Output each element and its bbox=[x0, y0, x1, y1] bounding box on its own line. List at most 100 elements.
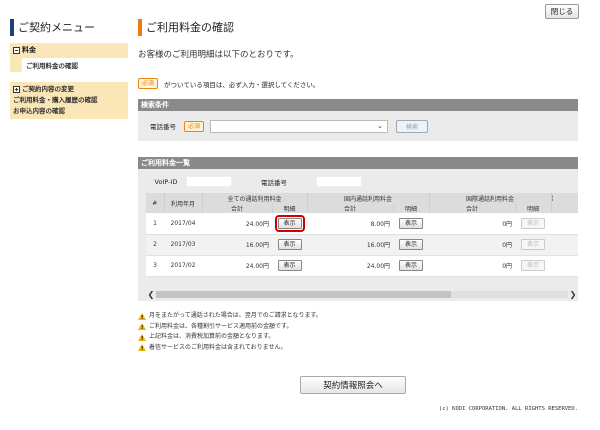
sub-detail-header: 明細 bbox=[271, 203, 308, 213]
warning-icon bbox=[138, 312, 146, 323]
row-intl-detail: 表示 bbox=[515, 255, 552, 277]
search-button[interactable]: 検索 bbox=[396, 119, 429, 133]
show-detail-button[interactable]: 表示 bbox=[274, 214, 305, 232]
chevron-down-icon: ⌄ bbox=[377, 121, 384, 130]
list-section-header: ご利用料金一覧 bbox=[138, 157, 578, 169]
copyright-footer: (c) KDDI CORPORATION. ALL RIGHTS RESERVE… bbox=[438, 406, 578, 412]
close-button[interactable]: 閉じる bbox=[545, 4, 579, 19]
collapse-icon[interactable] bbox=[13, 46, 20, 54]
phone-select[interactable]: ⌄ bbox=[210, 119, 389, 133]
row-domestic-total: 24.00円 bbox=[307, 255, 394, 277]
scrollbar-track[interactable] bbox=[156, 290, 568, 298]
row-intl-detail: 表示 bbox=[515, 213, 552, 235]
table-row: 3 2017/02 24.00円 表示 24.00円 表示 0円 表示 bbox=[146, 255, 578, 277]
note-text: 上記料金は、消費税加算前の金額となります。 bbox=[149, 333, 275, 340]
page-title: ご利用料金の確認 bbox=[138, 18, 578, 36]
show-detail-button[interactable]: 表示 bbox=[399, 217, 424, 229]
col-month-header: 利用年月 bbox=[163, 193, 202, 213]
sub-total-header: 合計 bbox=[201, 203, 272, 213]
row-domestic-detail: 表示 bbox=[393, 213, 430, 235]
sidebar-item-application[interactable]: お申込内容の確認 bbox=[13, 106, 125, 117]
title-bar-accent bbox=[138, 18, 142, 36]
col-domestic-header: 国内通話利用料金 bbox=[306, 193, 430, 203]
row-all-total: 24.00円 bbox=[202, 213, 272, 235]
show-detail-button-disabled: 表示 bbox=[521, 217, 546, 229]
usage-table: # 利用年月 全ての通話利用料金 国内通話利用料金 国際通話利用料金 ¦ 合計 … bbox=[146, 193, 578, 277]
table-row: 1 2017/04 24.00円 表示 8.00円 表示 0円 表示 bbox=[146, 213, 578, 235]
warning-icon bbox=[138, 333, 146, 344]
horizontal-scrollbar[interactable]: ❮ ❯ bbox=[146, 289, 578, 299]
usage-list-area: VoIP-ID 電話番号 # 利用年月 全ての通話利用料金 国内通話利用料金 国… bbox=[138, 169, 578, 301]
col-num-header: # bbox=[146, 193, 164, 213]
note-text: 月をまたがって通話された場合は、翌月でのご請求となります。 bbox=[149, 312, 322, 319]
row-num: 3 bbox=[146, 255, 164, 277]
show-detail-button[interactable]: 表示 bbox=[399, 239, 424, 250]
sub-total-header: 合計 bbox=[428, 203, 516, 213]
search-section-header: 検索条件 bbox=[138, 99, 578, 111]
voip-value bbox=[186, 176, 232, 187]
show-detail-button-disabled: 表示 bbox=[521, 260, 546, 271]
row-intl-total: 0円 bbox=[429, 213, 516, 235]
row-month: 2017/03 bbox=[164, 234, 202, 256]
sub-extra-header bbox=[550, 203, 578, 213]
table-row: 2 2017/03 16.00円 表示 16.00円 表示 0円 表示 bbox=[146, 234, 578, 256]
sub-detail-header: 明細 bbox=[392, 203, 430, 213]
intro-text: お客様のご利用明細は以下のとおりです。 bbox=[138, 50, 299, 60]
required-note-text: がついている項目は、必ず入力・選択してください。 bbox=[164, 80, 320, 89]
sidebar-group-fee-header[interactable]: 料金 bbox=[13, 45, 125, 55]
row-month: 2017/04 bbox=[164, 213, 202, 235]
col-extra-header: ¦ bbox=[550, 193, 578, 203]
required-note: 必須 がついている項目は、必ず入力・選択してください。 bbox=[138, 78, 578, 89]
note-item: 着信サービスのご利用料金は含まれておりません。 bbox=[138, 343, 578, 355]
col-intl-header: 国際通話利用料金 bbox=[428, 193, 552, 203]
row-domestic-total: 8.00円 bbox=[307, 213, 394, 235]
page-title-text: ご利用料金の確認 bbox=[146, 21, 234, 34]
sidebar-item-label: ご契約内容の変更 bbox=[22, 85, 74, 93]
contract-info-button[interactable]: 契約情報照会へ bbox=[300, 376, 406, 394]
show-detail-button[interactable]: 表示 bbox=[277, 260, 302, 271]
row-num: 2 bbox=[146, 234, 164, 256]
row-domestic-detail: 表示 bbox=[393, 234, 430, 256]
sidebar-group-fee-label: 料金 bbox=[22, 46, 36, 54]
chevron-right-icon[interactable]: ❯ bbox=[568, 290, 578, 299]
main-content: ご利用料金の確認 お客様のご利用明細は以下のとおりです。 必須 がついている項目… bbox=[138, 18, 578, 355]
note-item: ご利用料金は、各種割引サービス適用前の金額です。 bbox=[138, 322, 578, 334]
tel-value bbox=[316, 176, 362, 187]
row-extra bbox=[551, 234, 578, 256]
row-all-detail: 表示 bbox=[272, 255, 308, 277]
warning-icon bbox=[138, 344, 146, 355]
sidebar-item-fee-check[interactable]: ご利用料金の確認 bbox=[21, 58, 128, 72]
show-detail-button[interactable]: 表示 bbox=[399, 260, 424, 271]
sidebar-item-contract-change[interactable]: ご契約内容の変更 bbox=[13, 84, 125, 95]
show-detail-button-disabled: 表示 bbox=[521, 239, 546, 250]
note-item: 上記料金は、消費税加算前の金額となります。 bbox=[138, 332, 578, 344]
phone-label: 電話番号 bbox=[150, 123, 176, 131]
row-intl-total: 0円 bbox=[429, 234, 516, 256]
scrollbar-thumb[interactable] bbox=[156, 290, 451, 298]
voip-label: VoIP-ID bbox=[154, 177, 178, 186]
col-all-header: 全ての通話利用料金 bbox=[201, 193, 308, 203]
row-num: 1 bbox=[146, 213, 164, 235]
tel-label: 電話番号 bbox=[261, 178, 287, 187]
row-all-detail: 表示 bbox=[272, 213, 308, 235]
sidebar-title: ご契約メニュー bbox=[10, 18, 128, 36]
required-badge: 必須 bbox=[138, 78, 159, 89]
sidebar-title-text: ご契約メニュー bbox=[18, 21, 95, 34]
row-all-total: 24.00円 bbox=[202, 255, 272, 277]
sidebar-group-fee: 料金 ご利用料金の確認 bbox=[10, 43, 128, 72]
row-intl-total: 0円 bbox=[429, 255, 516, 277]
voip-row: VoIP-ID 電話番号 bbox=[146, 175, 570, 188]
sidebar-group-other: ご契約内容の変更 ご利用料金・購入履歴の確認 お申込内容の確認 bbox=[10, 82, 128, 119]
row-extra bbox=[551, 213, 578, 235]
show-detail-button[interactable]: 表示 bbox=[277, 239, 302, 250]
row-domestic-detail: 表示 bbox=[393, 255, 430, 277]
note-text: 着信サービスのご利用料金は含まれておりません。 bbox=[149, 343, 287, 351]
row-all-total: 16.00円 bbox=[202, 234, 272, 256]
notes: 月をまたがって通話された場合は、翌月でのご請求となります。 ご利用料金は、各種割… bbox=[138, 311, 578, 355]
row-all-detail: 表示 bbox=[272, 234, 308, 256]
note-text: ご利用料金は、各種割引サービス適用前の金額です。 bbox=[149, 322, 293, 330]
chevron-left-icon[interactable]: ❮ bbox=[146, 290, 156, 299]
note-item: 月をまたがって通話された場合は、翌月でのご請求となります。 bbox=[138, 311, 578, 323]
expand-icon[interactable] bbox=[13, 86, 20, 93]
sidebar-item-history[interactable]: ご利用料金・購入履歴の確認 bbox=[13, 95, 125, 106]
